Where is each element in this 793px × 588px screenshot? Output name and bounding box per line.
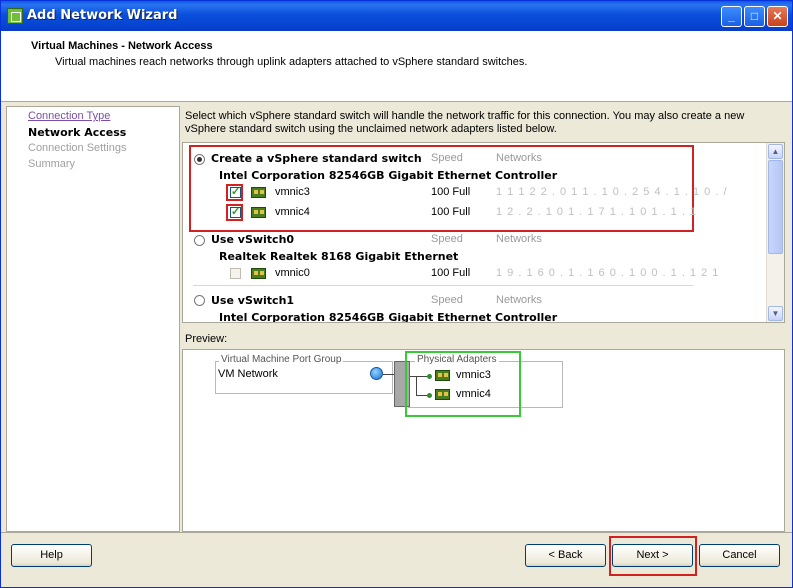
- title-bar[interactable]: Add Network Wizard _ □ ✕: [1, 1, 792, 31]
- nic-speed: 100 Full: [431, 206, 471, 218]
- port-group-legend: Virtual Machine Port Group: [219, 354, 344, 365]
- nic-networks: 1 1 1 2 2 . 0 1 1 . 1 0 . 2 5 4 . 1 . 1 …: [496, 186, 728, 198]
- main-panel: Select which vSphere standard switch wil…: [182, 106, 787, 532]
- minimize-button[interactable]: _: [721, 6, 742, 27]
- networks-header: Networks: [496, 152, 542, 164]
- nic-speed: 100 Full: [431, 186, 471, 198]
- close-button[interactable]: ✕: [767, 6, 788, 27]
- cancel-button[interactable]: Cancel: [699, 544, 780, 567]
- nic-icon: [251, 268, 266, 279]
- highlight-box: [405, 351, 521, 417]
- nic-networks: 1 2 . 2 . 1 0 1 . 1 7 1 . 1 0 1 . 1 . 1: [496, 206, 698, 218]
- wizard-window: Add Network Wizard _ □ ✕ Virtual Machine…: [0, 0, 793, 588]
- controller-label: Realtek Realtek 8168 Gigabit Ethernet: [219, 250, 459, 263]
- scroll-up-icon[interactable]: ▲: [768, 144, 783, 159]
- preview-panel: Virtual Machine Port Group VM Network Ph…: [182, 349, 785, 532]
- divider: [193, 285, 693, 286]
- window-title: Add Network Wizard: [27, 8, 178, 23]
- radio-create-switch[interactable]: [194, 154, 205, 165]
- switch-label-create[interactable]: Create a vSphere standard switch: [211, 152, 422, 165]
- wizard-steps: Connection Type Network Access Connectio…: [6, 106, 180, 532]
- step-network-access: Network Access: [28, 126, 127, 139]
- help-button[interactable]: Help: [11, 544, 92, 567]
- maximize-button[interactable]: □: [744, 6, 765, 27]
- speed-header: Speed: [431, 294, 463, 306]
- controller-label: Intel Corporation 82546GB Gigabit Ethern…: [219, 169, 558, 182]
- app-icon: [7, 8, 23, 24]
- list-scrollbar[interactable]: ▲ ▼: [766, 143, 784, 322]
- speed-header: Speed: [431, 152, 463, 164]
- nic-icon: [251, 207, 266, 218]
- nic-name: vmnic3: [275, 186, 310, 198]
- page-title: Virtual Machines - Network Access: [31, 40, 213, 52]
- radio-vswitch0[interactable]: [194, 235, 205, 246]
- wizard-header: Virtual Machines - Network Access Virtua…: [1, 31, 792, 102]
- vmnic3-checkbox[interactable]: [230, 185, 241, 198]
- back-button[interactable]: < Back: [525, 544, 606, 567]
- switch-list: Create a vSphere standard switch Speed N…: [182, 142, 785, 323]
- network-globe-icon: [370, 367, 383, 380]
- speed-header: Speed: [431, 233, 463, 245]
- scroll-down-icon[interactable]: ▼: [768, 306, 783, 321]
- switch-label-vswitch0[interactable]: Use vSwitch0: [211, 233, 294, 246]
- nic-speed: 100 Full: [431, 267, 471, 279]
- step-connection-type[interactable]: Connection Type: [28, 110, 110, 122]
- switch-label-vswitch1[interactable]: Use vSwitch1: [211, 294, 294, 307]
- nic-name: vmnic0: [275, 267, 310, 279]
- step-connection-settings: Connection Settings: [28, 142, 127, 154]
- preview-label: Preview:: [185, 333, 228, 345]
- page-subtitle: Virtual machines reach networks through …: [55, 56, 528, 68]
- scroll-thumb[interactable]: [768, 160, 783, 254]
- vmnic0-checkbox: [230, 268, 241, 279]
- nic-name: vmnic4: [275, 206, 310, 218]
- nic-networks: 1 9 . 1 6 0 . 1 . 1 6 0 . 1 0 0 . 1 . 1 …: [496, 267, 720, 279]
- nic-icon: [251, 187, 266, 198]
- port-group-name: VM Network: [218, 368, 278, 380]
- highlight-box: [609, 536, 697, 576]
- vmnic4-checkbox[interactable]: [230, 205, 241, 218]
- radio-vswitch1[interactable]: [194, 295, 205, 306]
- controller-label: Intel Corporation 82546GB Gigabit Ethern…: [219, 311, 558, 323]
- networks-header: Networks: [496, 233, 542, 245]
- networks-header: Networks: [496, 294, 542, 306]
- step-summary: Summary: [28, 158, 76, 170]
- intro-text: Select which vSphere standard switch wil…: [185, 110, 745, 135]
